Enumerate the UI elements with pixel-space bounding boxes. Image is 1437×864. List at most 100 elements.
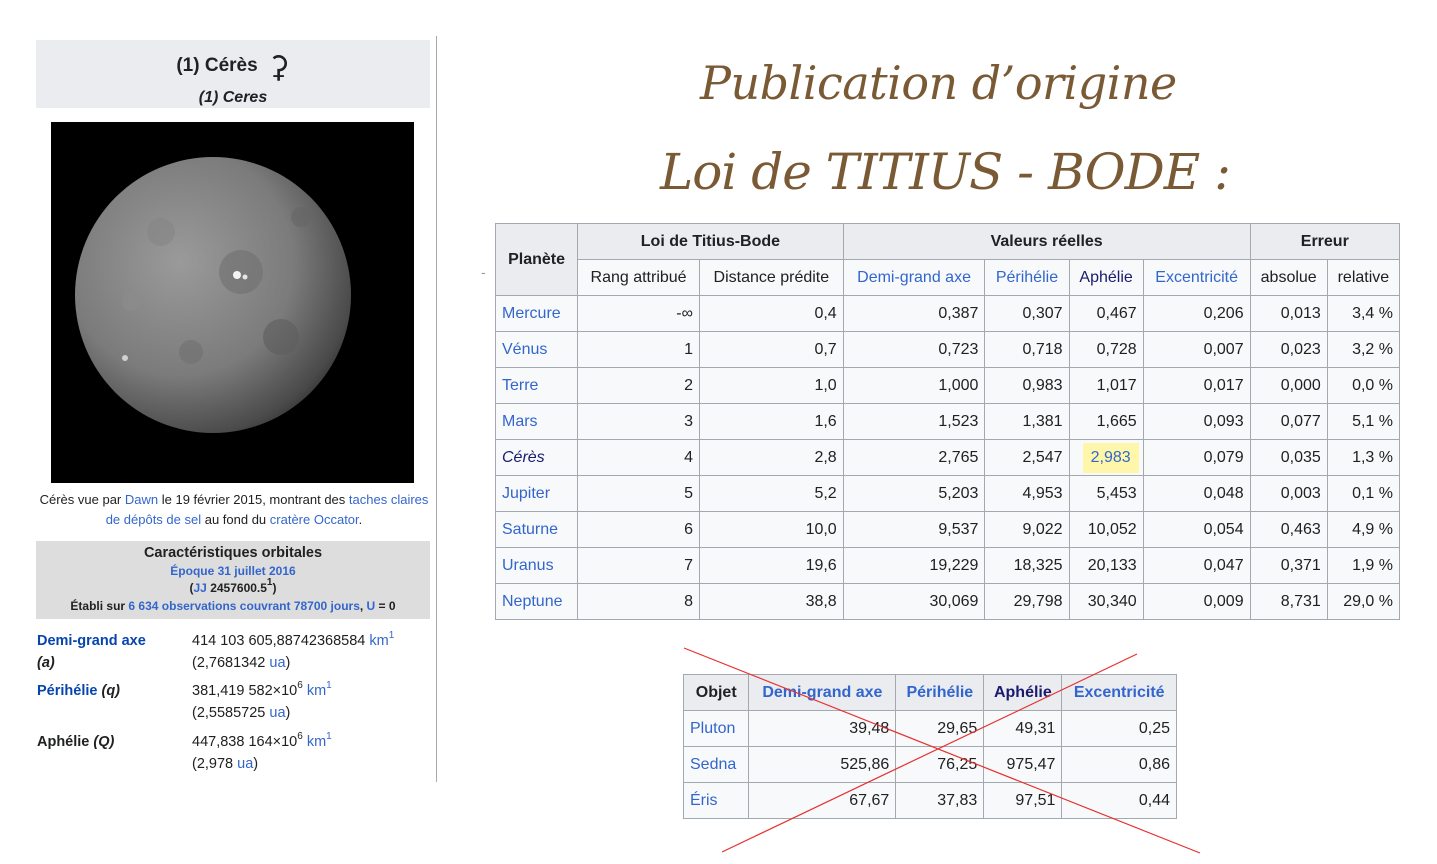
object-link[interactable]: Sedna (690, 756, 736, 773)
reference-sup[interactable]: 1 (326, 731, 332, 742)
value-cell: 67,67 (748, 782, 897, 819)
value-cell: 0,718 (984, 331, 1070, 368)
km-link[interactable]: km (307, 683, 326, 699)
observations-link[interactable]: 6 634 observations couvrant 78700 jours (128, 599, 359, 613)
ua-link[interactable]: ua (269, 705, 285, 721)
value-close: ) (253, 756, 259, 772)
epoch-link[interactable]: Époque 31 juillet 2016 (36, 564, 430, 578)
reference-sup[interactable]: 1 (326, 680, 332, 691)
infobox: (1) Cérès ⚳ (1) Ceres Cérès vue par Dawn… (33, 36, 437, 782)
ua-link[interactable]: ua (269, 655, 285, 671)
value-au: (2,5585725 (192, 705, 270, 721)
orbital-section-header: Caractéristiques orbitales Époque 31 jui… (36, 541, 430, 619)
value-cell: 5,203 (842, 475, 986, 512)
value-cell: 0,25 (1061, 710, 1177, 747)
planet-name-cell[interactable]: Saturne (494, 511, 579, 548)
semi-major-axis-label[interactable]: Demi-grand axe (a) (37, 630, 187, 674)
value-cell: 1,523 (842, 403, 986, 440)
infobox-title-text: (1) Cérès (176, 55, 258, 76)
perihelion-value: 381,419 582×106 km1 (2,5585725 ua) (192, 680, 429, 724)
occator-crater-link[interactable]: cratère Occator (270, 512, 359, 527)
value-cell: -∞ (577, 295, 700, 332)
planet-link[interactable]: Saturne (502, 521, 558, 538)
value-cell: 19,229 (842, 547, 986, 584)
planet-row: Uranus 7 19,6 19,229 18,325 20,133 0,047 0,371 1… (494, 547, 1401, 584)
col-aphelion-link[interactable]: Aphélie (1068, 259, 1144, 296)
planet-name-cell[interactable]: Cérès (494, 439, 579, 476)
label-text[interactable]: Périhélie (37, 683, 97, 699)
value-cell: 0,4 (698, 295, 844, 332)
infobox-header: (1) Cérès ⚳ (1) Ceres (36, 40, 430, 108)
object-link[interactable]: Pluton (690, 720, 735, 737)
basis-text: , (359, 599, 367, 613)
planet-link[interactable]: Vénus (502, 341, 547, 358)
km-link[interactable]: km (369, 633, 388, 649)
u-link[interactable]: U (367, 599, 376, 613)
value-cell: 37,83 (895, 782, 985, 819)
value-cell: 0,023 (1249, 331, 1328, 368)
col-semi-major-axis-link[interactable]: Demi-grand axe (842, 259, 986, 296)
value-cell: 2,547 (984, 439, 1070, 476)
perihelion-label[interactable]: Périhélie (q) (37, 680, 187, 702)
planet-link[interactable]: Mars (502, 413, 538, 430)
value-cell: 19,6 (698, 547, 844, 584)
value-cell: 1 (577, 331, 700, 368)
jj-link[interactable]: JJ (194, 581, 207, 595)
value-cell: 10,0 (698, 511, 844, 548)
col-semi-major-axis-link[interactable]: Demi-grand axe (748, 674, 897, 711)
object-link[interactable]: Éris (690, 792, 718, 809)
label-text[interactable]: Demi-grand axe (37, 633, 146, 649)
object-name-cell[interactable]: Pluton (682, 710, 750, 747)
planet-name-cell[interactable]: Vénus (494, 331, 579, 368)
image-caption: Cérès vue par Dawn le 19 février 2015, m… (38, 490, 430, 530)
aphelion-label[interactable]: Aphélie (Q) (37, 731, 187, 753)
value-cell: 30,069 (842, 583, 986, 620)
ua-link[interactable]: ua (237, 756, 253, 772)
value-cell: 0,035 (1249, 439, 1328, 476)
planet-link[interactable]: Jupiter (502, 485, 550, 502)
value-cell: 5,2 (698, 475, 844, 512)
value-au: (2,7681342 (192, 655, 270, 671)
planet-name-cell[interactable]: Mercure (494, 295, 579, 332)
tno-table: Objet Demi-grand axe Périhélie Aphélie E… (682, 674, 1177, 819)
label-text[interactable]: Aphélie (37, 734, 89, 750)
object-name-cell[interactable]: Sedna (682, 746, 750, 783)
value-text: 414 103 605,88742368584 (192, 633, 370, 649)
value-cell: 0,728 (1068, 331, 1144, 368)
header-group-error: Erreur (1249, 223, 1401, 260)
planet-link[interactable]: Cérès (502, 449, 545, 466)
value-close: ) (285, 705, 291, 721)
value-cell: 0,003 (1249, 475, 1328, 512)
planet-name-cell[interactable]: Mars (494, 403, 579, 440)
planet-link[interactable]: Mercure (502, 305, 561, 322)
col-perihelion-link[interactable]: Périhélie (984, 259, 1070, 296)
col-object: Objet (682, 674, 750, 711)
object-name-cell[interactable]: Éris (682, 782, 750, 819)
value-cell: 30,340 (1068, 583, 1144, 620)
value-cell: 7 (577, 547, 700, 584)
col-aphelion-link[interactable]: Aphélie (983, 674, 1063, 711)
planet-name-cell[interactable]: Jupiter (494, 475, 579, 512)
col-eccentricity-link[interactable]: Excentricité (1142, 259, 1251, 296)
planet-name-cell[interactable]: Uranus (494, 547, 579, 584)
infobox-title: (1) Cérès ⚳ (36, 50, 430, 85)
planet-link[interactable]: Terre (502, 377, 538, 394)
jj-value: 2457600.5 (206, 581, 267, 595)
dawn-link[interactable]: Dawn (125, 492, 158, 507)
value-cell: 0,7 (698, 331, 844, 368)
planet-name-cell[interactable]: Neptune (494, 583, 579, 620)
km-link[interactable]: km (307, 734, 326, 750)
planet-name-cell[interactable]: Terre (494, 367, 579, 404)
planet-link[interactable]: Neptune (502, 593, 563, 610)
reference-sup[interactable]: 1 (389, 630, 395, 641)
ceres-image[interactable] (51, 122, 414, 483)
value-cell: 4,953 (984, 475, 1070, 512)
value-cell: 1,6 (698, 403, 844, 440)
planet-link[interactable]: Uranus (502, 557, 554, 574)
value-cell: 76,25 (895, 746, 985, 783)
value-cell: 525,86 (748, 746, 897, 783)
col-eccentricity-link[interactable]: Excentricité (1061, 674, 1177, 711)
basis-text: Établi sur (70, 599, 129, 613)
planet-row: Cérès 4 2,8 2,765 2,547 2,983 0,079 0,035 1,3 % (494, 439, 1401, 476)
col-perihelion-link[interactable]: Périhélie (895, 674, 985, 711)
